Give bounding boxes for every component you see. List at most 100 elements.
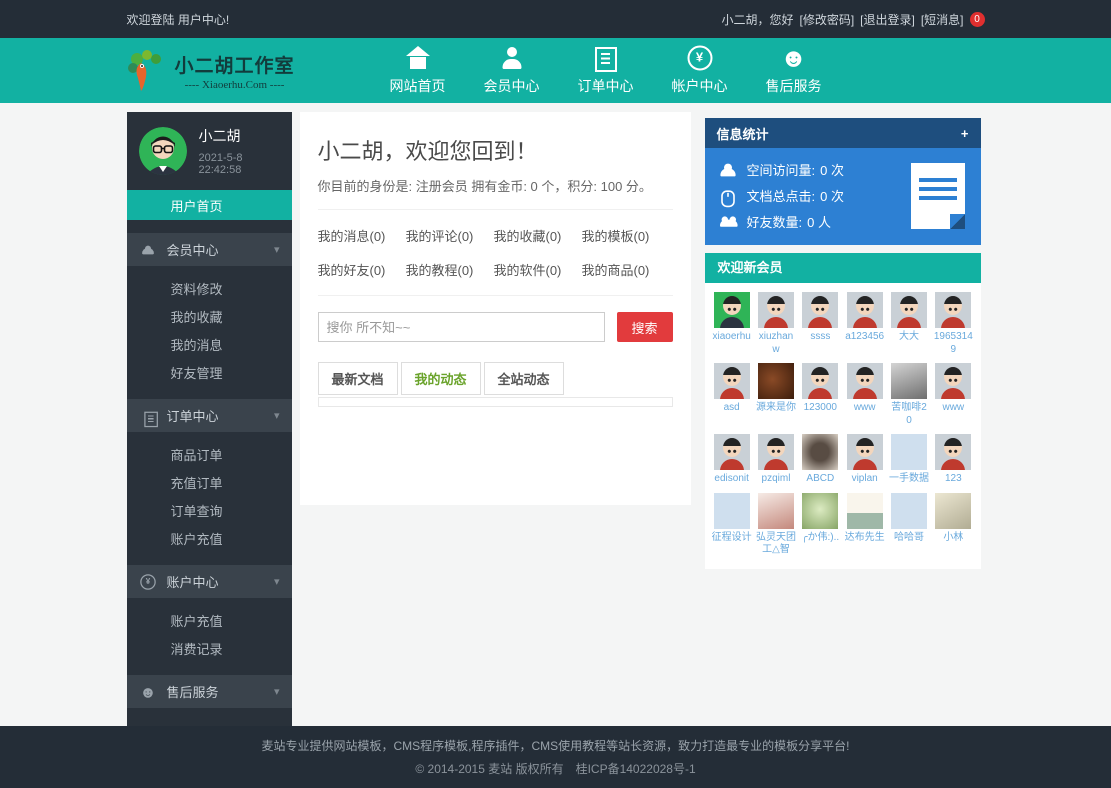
feed-tab[interactable]: 全站动态 xyxy=(484,362,564,395)
stats-panel-header: 信息统计 + xyxy=(705,118,981,148)
member-card[interactable]: a123456 xyxy=(844,292,884,356)
sidebar-menu-row[interactable]: 我的消息 xyxy=(127,330,292,358)
member-card[interactable]: xiuzhanw xyxy=(756,292,796,356)
stat-label: 空间访问量: xyxy=(747,160,816,179)
sidebar-menu-row[interactable]: 商品订单 xyxy=(127,440,292,468)
quick-link[interactable]: 我的软件(0) xyxy=(494,260,582,279)
profile-date: 2021-5-8 22:42:58 xyxy=(199,152,280,176)
member-card[interactable]: asd xyxy=(712,363,752,427)
quick-link[interactable]: 我的消息(0) xyxy=(318,226,406,245)
nav-icon xyxy=(498,46,526,70)
member-card[interactable]: xiaoerhu xyxy=(712,292,752,356)
member-card[interactable]: pzqiml xyxy=(756,434,796,486)
sidebar-menu-row[interactable]: 账户中心 xyxy=(127,565,292,598)
search-input[interactable] xyxy=(318,312,605,342)
new-members-grid: xiaoerhu xiuzhanw ssss xyxy=(705,283,981,561)
member-avatar xyxy=(847,434,883,470)
sidebar-menu-row[interactable]: 售后服务 xyxy=(127,675,292,708)
member-avatar xyxy=(802,493,838,529)
quick-link[interactable]: 我的收藏(0) xyxy=(494,226,582,245)
member-card[interactable]: www xyxy=(933,363,973,427)
member-card[interactable]: 达布先生 xyxy=(844,493,884,557)
member-name: 苦咖啡20 xyxy=(889,402,929,427)
stats-title: 信息统计 xyxy=(717,124,769,143)
member-name: 19653149 xyxy=(933,331,973,356)
member-card[interactable]: www xyxy=(844,363,884,427)
nav-item[interactable]: 会员中心 xyxy=(484,46,540,96)
member-name: 123000 xyxy=(804,402,837,415)
sidebar-menu-row[interactable]: 充值订单 xyxy=(127,468,292,496)
sidebar-menu-row[interactable]: 会员中心 xyxy=(127,233,292,266)
sidebar-menu-row[interactable]: 订单查询 xyxy=(127,496,292,524)
expand-icon[interactable]: + xyxy=(961,126,969,141)
feed-tab[interactable]: 最新文档 xyxy=(318,362,398,395)
footer-slogan: 麦站专业提供网站模板，CMS程序模板,程序插件，CMS使用教程等站长资源，致力打… xyxy=(261,737,849,754)
sidebar-menu-row[interactable]: 我的收藏 xyxy=(127,302,292,330)
sidebar-menu-row[interactable]: 订单中心 xyxy=(127,399,292,432)
footer-copyright: © 2014-2015 麦站 版权所有 桂ICP备14022028号-1 xyxy=(415,760,695,777)
member-card[interactable]: 源来是你 xyxy=(756,363,796,427)
sidebar-menu-row[interactable]: 消费记录 xyxy=(127,634,292,662)
member-card[interactable]: 哈哈哥 xyxy=(889,493,929,557)
user-profile: 小二胡 2021-5-8 22:42:58 xyxy=(127,112,292,190)
messages-link[interactable]: [短消息] xyxy=(921,11,964,28)
user-greeting: 小二胡，您好 xyxy=(721,11,793,28)
feed-tab[interactable]: 我的动态 xyxy=(401,362,481,395)
nav-item[interactable]: 网站首页 xyxy=(390,46,446,96)
logo-text: 小二胡工作室 ---- Xiaoerhu.Com ---- xyxy=(175,51,295,91)
sidebar-menu-row[interactable]: 用户首页 xyxy=(127,190,292,220)
sidebar-menu-row[interactable]: 好友管理 xyxy=(127,358,292,386)
stats-rows: 空间访问量: 0 次 文档总点击: 0 次 xyxy=(717,160,844,231)
stat-icon xyxy=(719,188,737,202)
member-avatar xyxy=(891,434,927,470)
change-password-link[interactable]: [修改密码] xyxy=(799,11,854,28)
search-button[interactable]: 搜索 xyxy=(617,312,673,342)
sidebar-menu-label: 充值订单 xyxy=(171,473,223,492)
member-card[interactable]: 征程设计 xyxy=(712,493,752,557)
sidebar-menu-label: 我的收藏 xyxy=(171,307,223,326)
site-logo[interactable]: 小二胡工作室 ---- Xiaoerhu.Com ---- xyxy=(127,49,295,93)
nav-item[interactable]: 帐户中心 xyxy=(672,46,728,96)
member-card[interactable]: 123000 xyxy=(800,363,840,427)
member-card[interactable]: ABCD xyxy=(800,434,840,486)
sidebar-menu-row[interactable]: 资料修改 xyxy=(127,274,292,302)
member-card[interactable]: 一手数据 xyxy=(889,434,929,486)
stat-value: 0 次 xyxy=(820,186,844,205)
stat-row: 空间访问量: 0 次 xyxy=(717,160,844,179)
stat-value: 0 人 xyxy=(807,212,831,231)
member-name: 小林 xyxy=(943,532,963,545)
user-avatar[interactable] xyxy=(139,127,187,175)
stat-label: 文档总点击: xyxy=(747,186,816,205)
member-card[interactable]: ╭か伟:).. xyxy=(800,493,840,557)
quick-link[interactable]: 我的模板(0) xyxy=(582,226,670,245)
logout-link[interactable]: [退出登录] xyxy=(860,11,915,28)
member-name: edisonit xyxy=(714,473,748,486)
member-card[interactable]: viplan xyxy=(844,434,884,486)
sidebar: 小二胡 2021-5-8 22:42:58 用户首页 会员中心 xyxy=(127,112,292,726)
quick-link[interactable]: 我的商品(0) xyxy=(582,260,670,279)
new-members-panel: 欢迎新会员 xiaoerhu xiuzhanw xyxy=(705,253,981,569)
member-avatar xyxy=(758,493,794,529)
member-card[interactable]: ssss xyxy=(800,292,840,356)
quick-link[interactable]: 我的教程(0) xyxy=(406,260,494,279)
quick-link[interactable]: 我的好友(0) xyxy=(318,260,406,279)
member-name: ssss xyxy=(810,331,830,344)
member-card[interactable]: 19653149 xyxy=(933,292,973,356)
sidebar-menu-row[interactable]: 账户充值 xyxy=(127,606,292,634)
nav-item[interactable]: 订单中心 xyxy=(578,46,634,96)
nav-label: 会员中心 xyxy=(484,76,540,96)
quick-link[interactable]: 我的评论(0) xyxy=(406,226,494,245)
member-card[interactable]: 小林 xyxy=(933,493,973,557)
member-card[interactable]: 苦咖啡20 xyxy=(889,363,929,427)
message-count-badge[interactable]: 0 xyxy=(970,12,985,27)
sidebar-menu-row[interactable]: 账户充值 xyxy=(127,524,292,552)
member-name: 弘灵天团工△智 xyxy=(756,532,796,557)
member-name: pzqiml xyxy=(762,473,791,486)
nav-item[interactable]: 售后服务 xyxy=(766,46,822,96)
member-name: 征程设计 xyxy=(712,532,752,545)
member-card[interactable]: 大大 xyxy=(889,292,929,356)
member-card[interactable]: 弘灵天团工△智 xyxy=(756,493,796,557)
member-card[interactable]: edisonit xyxy=(712,434,752,486)
member-card[interactable]: 123 xyxy=(933,434,973,486)
stat-icon xyxy=(719,214,737,228)
